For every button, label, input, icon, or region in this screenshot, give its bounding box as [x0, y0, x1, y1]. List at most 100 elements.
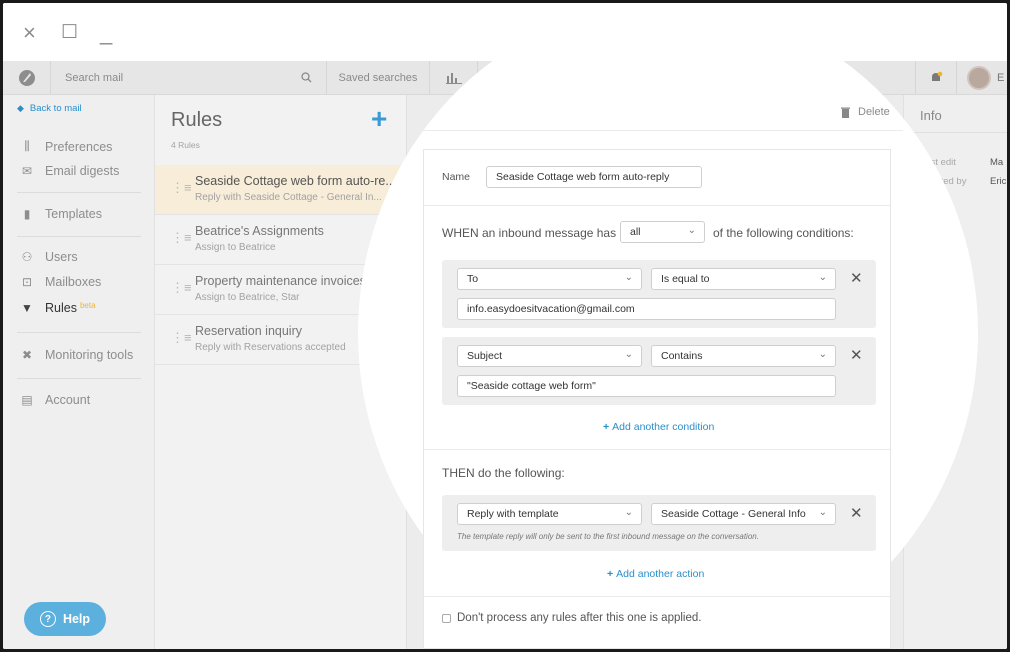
sidebar-item-label: Mailboxes — [45, 275, 102, 289]
sidebar-divider — [17, 192, 141, 193]
plus-icon: + — [603, 421, 610, 433]
rule-title: Beatrice's Assignments — [195, 224, 324, 238]
add-condition-link[interactable]: + Add another condition — [603, 421, 714, 433]
chevron-down-icon: ⌄ — [687, 225, 696, 236]
maximize-window-icon[interactable]: ☐ — [61, 23, 78, 43]
editor-header-divider — [407, 130, 903, 131]
info-divider — [904, 132, 1007, 133]
condition-operator-value: Is equal to — [661, 273, 710, 285]
minimize-window-icon[interactable]: _ — [100, 22, 112, 44]
match-type-select[interactable]: all ⌄ — [620, 221, 705, 243]
sidebar-item-email-digests[interactable]: ✉ Email digests — [17, 164, 119, 178]
search-bar[interactable]: Search mail — [51, 61, 327, 95]
name-label: Name — [442, 171, 471, 183]
sidebar-item-monitoring-tools[interactable]: ✖ Monitoring tools — [17, 348, 133, 362]
rules-title: Rules — [171, 109, 223, 131]
condition-value-input[interactable]: info.easydoesitvacation@gmail.com — [457, 298, 836, 320]
sidebar-item-mailboxes[interactable]: ⊡ Mailboxes — [17, 275, 101, 289]
remove-condition-icon[interactable]: ✕ — [850, 346, 863, 364]
chevron-down-icon: ⌄ — [624, 507, 633, 518]
sidebar-item-label: Account — [45, 393, 91, 407]
sidebar-item-users[interactable]: ⚇ Users — [17, 250, 78, 264]
rule-subtitle: Assign to Beatrice, Star — [195, 292, 300, 303]
search-input[interactable]: Search mail — [65, 72, 123, 84]
when-suffix-text: of the following conditions: — [713, 226, 854, 240]
condition-field-select[interactable]: Subject ⌄ — [457, 345, 642, 367]
sidebar-item-templates[interactable]: ▮ Templates — [17, 207, 102, 221]
notifications-icon[interactable] — [915, 61, 957, 95]
drag-handle-icon[interactable]: ⋮≡ — [171, 280, 192, 296]
chevron-down-icon: ⌄ — [624, 272, 633, 283]
sidebar-item-label: Monitoring tools — [45, 348, 134, 362]
remove-action-icon[interactable]: ✕ — [850, 504, 863, 522]
rules-count: 4 Rules — [171, 140, 200, 150]
condition-operator-select[interactable]: Contains ⌄ — [651, 345, 836, 367]
logo-icon[interactable] — [3, 61, 51, 95]
drag-handle-icon[interactable]: ⋮≡ — [171, 180, 192, 196]
rule-list-item[interactable]: ⋮≡ Seaside Cottage web form auto-re... R… — [155, 165, 407, 215]
sliders-icon: ⫼ — [24, 139, 30, 153]
section-divider — [424, 205, 890, 206]
sidebar-item-preferences[interactable]: ⫼ Preferences — [17, 139, 112, 154]
rule-subtitle: Reply with Reservations accepted — [195, 342, 346, 353]
stop-processing-option[interactable]: Don't process any rules after this one i… — [442, 612, 701, 624]
user-menu[interactable]: E — [957, 61, 1007, 95]
rule-title: Reservation inquiry — [195, 324, 302, 338]
sidebar-item-label: Rules — [45, 301, 77, 315]
beta-badge: beta — [79, 300, 96, 310]
delete-label: Delete — [858, 106, 890, 118]
match-type-value: all — [630, 226, 641, 238]
rule-title: Property maintenance invoices — [195, 274, 366, 288]
condition-operator-select[interactable]: Is equal to ⌄ — [651, 268, 836, 290]
stop-processing-checkbox[interactable] — [442, 613, 451, 623]
delete-rule-button[interactable]: Delete — [841, 106, 890, 118]
add-rule-button[interactable]: + — [371, 105, 387, 133]
rule-name-input[interactable]: Seaside Cottage web form auto-reply — [486, 166, 702, 188]
condition-value-input[interactable]: "Seaside cottage web form" — [457, 375, 836, 397]
section-divider — [424, 596, 890, 597]
sidebar-item-label: Preferences — [45, 139, 113, 154]
action-row: Reply with template ⌄ Seaside Cottage - … — [442, 495, 876, 551]
close-window-icon[interactable]: × — [23, 22, 36, 44]
drag-handle-icon[interactable]: ⋮≡ — [171, 330, 192, 346]
sidebar-item-account[interactable]: ▤ Account — [17, 393, 90, 407]
help-label: Help — [62, 612, 91, 626]
condition-field-select[interactable]: To ⌄ — [457, 268, 642, 290]
rule-form-card: Name Seaside Cottage web form auto-reply… — [423, 149, 891, 649]
then-label: THEN do the following: — [442, 466, 565, 480]
drag-handle-icon[interactable]: ⋮≡ — [171, 230, 192, 246]
condition-row: To ⌄ Is equal to ⌄ ✕ info.easydoesitvaca… — [442, 260, 876, 328]
action-type-select[interactable]: Reply with template ⌄ — [457, 503, 642, 525]
envelope-icon: ✉ — [21, 164, 33, 178]
chevron-down-icon: ⌄ — [624, 349, 633, 360]
chevron-down-icon: ⌄ — [818, 507, 827, 518]
remove-condition-icon[interactable]: ✕ — [850, 269, 863, 287]
section-divider — [424, 449, 890, 450]
info-title: Info — [920, 108, 942, 123]
sidebar-item-label: Users — [45, 250, 78, 264]
user-name: E — [997, 72, 1005, 84]
action-template-select[interactable]: Seaside Cottage - General Info ⌄ — [651, 503, 836, 525]
sidebar-item-label: Templates — [45, 207, 102, 221]
help-button[interactable]: ? Help — [24, 602, 106, 636]
add-condition-label: Add another condition — [612, 421, 715, 433]
search-icon[interactable] — [301, 71, 312, 86]
created-by-value: Eric — [990, 176, 1007, 187]
account-icon: ▤ — [21, 393, 33, 407]
template-icon: ▮ — [23, 207, 31, 221]
avatar[interactable] — [967, 66, 991, 90]
action-type-value: Reply with template — [467, 508, 559, 520]
sidebar-divider — [17, 332, 141, 333]
back-to-mail-link[interactable]: ◆ Back to mail — [17, 103, 82, 114]
mailbox-icon: ⊡ — [21, 275, 33, 289]
saved-searches-button[interactable]: Saved searches — [327, 61, 430, 95]
last-edit-value: Ma — [990, 157, 1004, 168]
rule-subtitle: Reply with Seaside Cottage - General In.… — [195, 192, 382, 203]
app-window: × ☐ _ Search mail Saved searches E ◆ Bac… — [3, 3, 1007, 649]
users-icon: ⚇ — [21, 250, 33, 264]
add-action-label: Add another action — [616, 568, 705, 580]
plus-icon: + — [607, 568, 614, 580]
sidebar-item-rules[interactable]: ▼ Rules beta — [17, 300, 96, 316]
add-action-link[interactable]: + Add another action — [607, 568, 704, 580]
rule-subtitle: Assign to Beatrice — [195, 242, 276, 253]
